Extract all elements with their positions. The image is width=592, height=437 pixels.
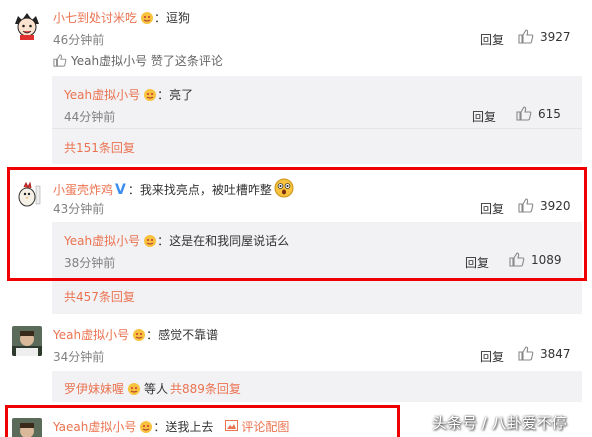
like-count: 3847 (540, 346, 571, 361)
thumbs-up-icon (53, 54, 67, 67)
reply-text: ：亮了 (157, 88, 194, 102)
reply-button[interactable]: 回复 (480, 348, 504, 365)
more-replies-link[interactable]: 共457条回复 (64, 288, 135, 305)
like-count: 3927 (540, 29, 571, 44)
avatar[interactable] (12, 326, 42, 356)
others-text: 等人 (144, 382, 169, 396)
like-count: 615 (538, 106, 561, 121)
liked-by-text: Yeah虚拟小号 赞了这条评论 (71, 54, 223, 68)
liked-by-row: Yeah虚拟小号 赞了这条评论 (53, 52, 223, 69)
more-replies-link[interactable]: 共889条回复 (170, 380, 241, 397)
comment-text: ：感觉不靠谱 (146, 328, 219, 342)
comment-author[interactable]: 小七到处讨米吃 (53, 9, 137, 26)
highlight-box (7, 167, 587, 281)
reply-button[interactable]: 回复 (472, 108, 496, 125)
more-replies-link[interactable]: 共151条回复 (64, 139, 135, 156)
thumbs-up-icon (516, 106, 532, 121)
like-button[interactable]: 3847 (518, 346, 571, 361)
highlight-box (5, 405, 400, 437)
reply-time: 44分钟前 (64, 110, 116, 124)
like-button[interactable]: 3927 (518, 29, 571, 44)
emoji-icon (127, 382, 141, 396)
reply-author[interactable]: 罗伊妹妹喔 (64, 380, 124, 397)
comment-author[interactable]: Yeah虚拟小号 (53, 326, 129, 343)
emoji-icon (140, 11, 154, 25)
reply-author[interactable]: Yeah虚拟小号 (64, 86, 140, 103)
emoji-icon (143, 88, 157, 102)
thumbs-up-icon (518, 29, 534, 44)
comment-time: 46分钟前 (53, 33, 105, 47)
comment-time: 34分钟前 (53, 350, 105, 364)
comment-text: ：逗狗 (154, 11, 191, 25)
like-button[interactable]: 615 (516, 106, 561, 121)
divider (52, 128, 582, 129)
avatar[interactable] (12, 10, 42, 40)
watermark: 头条号 / 八卦爱不停 (432, 414, 567, 432)
thumbs-up-icon (518, 346, 534, 361)
reply-button[interactable]: 回复 (480, 31, 504, 48)
emoji-icon (132, 328, 146, 342)
